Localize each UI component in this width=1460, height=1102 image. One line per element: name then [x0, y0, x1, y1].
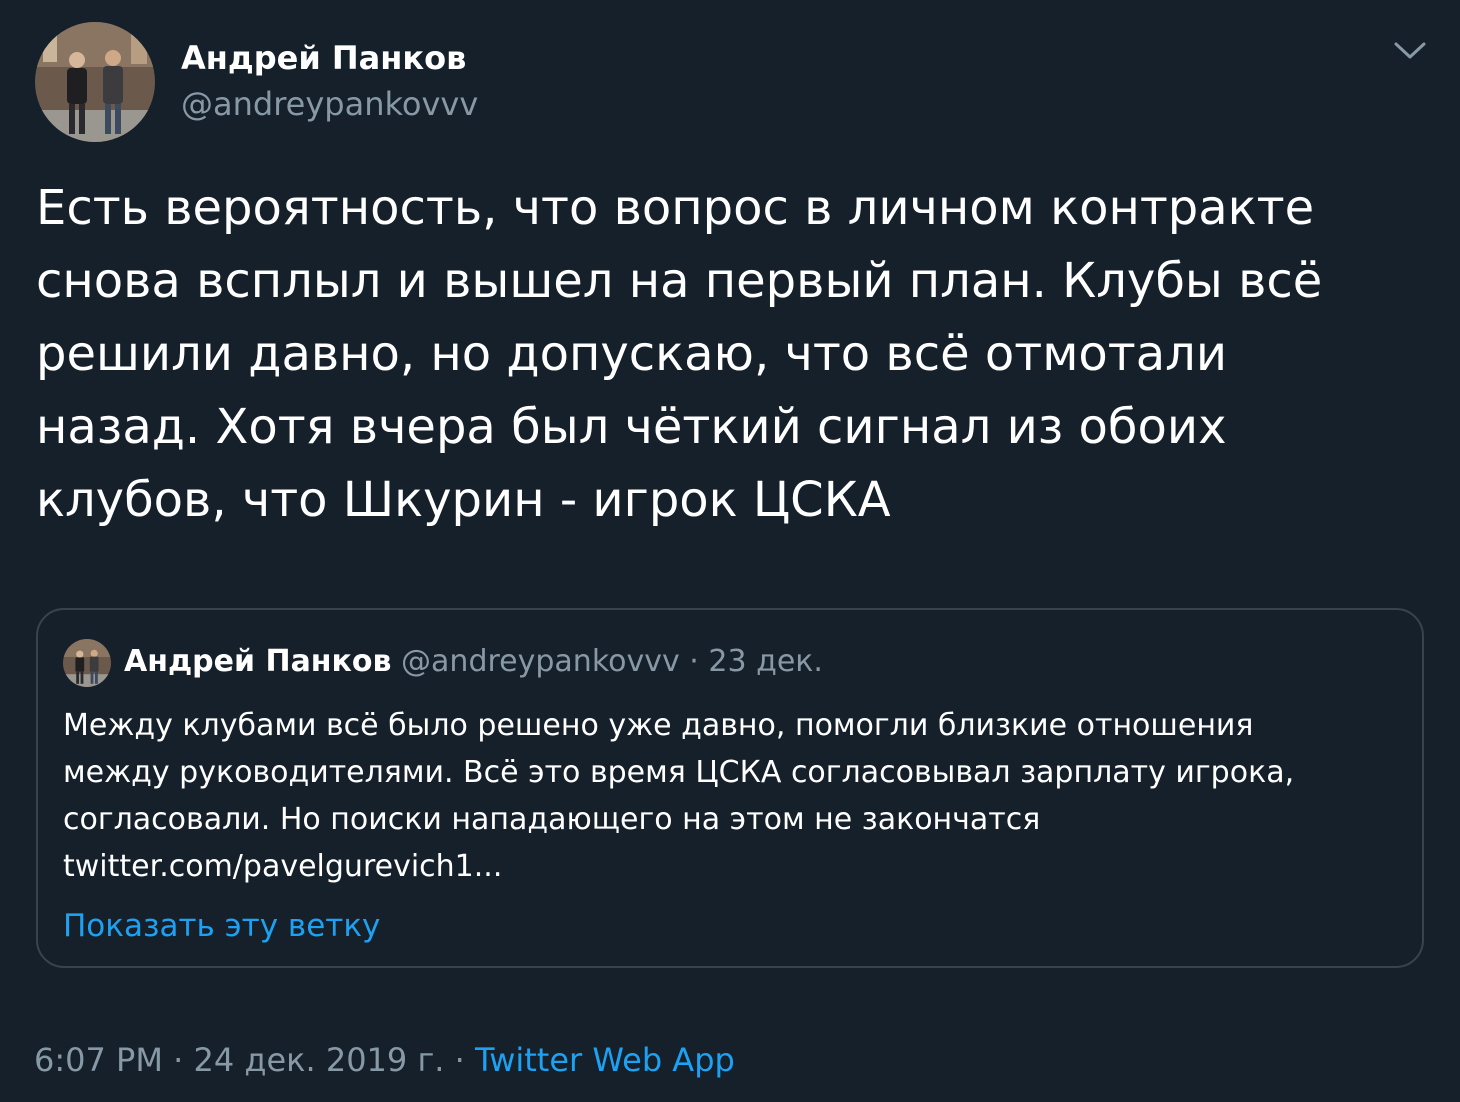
- avatar-photo: [63, 639, 111, 687]
- tweet-text: Есть вероятность, что вопрос в личном ко…: [36, 172, 1426, 537]
- quoted-text-link: twitter.com/pavelgurevich1...: [63, 849, 503, 884]
- separator-dot: ·: [454, 1041, 465, 1079]
- quoted-text-line: согласовали. Но поиски нападающего на эт…: [63, 802, 1041, 837]
- avatar-photo: [35, 22, 155, 142]
- quoted-author-name: Андрей Панков: [124, 644, 392, 679]
- quoted-tweet-date: 23 дек.: [708, 644, 823, 679]
- author-handle[interactable]: @andreypankovvv: [181, 84, 478, 124]
- show-thread-link[interactable]: Показать эту ветку: [63, 906, 380, 946]
- chevron-down-icon[interactable]: [1392, 36, 1428, 64]
- quoted-tweet-header: Андрей Панков @andreypankovvv · 23 дек.: [124, 642, 823, 682]
- tweet-time[interactable]: 6:07 PM: [34, 1041, 163, 1079]
- tweet-text-line: назад. Хотя вчера был чёткий сигнал из о…: [36, 399, 1227, 455]
- quoted-text-line: между руководителями. Всё это время ЦСКА…: [63, 755, 1295, 790]
- tweet-date[interactable]: 24 дек. 2019 г.: [193, 1041, 444, 1079]
- tweet-text-line: снова всплыл и вышел на первый план. Клу…: [36, 253, 1323, 309]
- quoted-tweet-card[interactable]: Андрей Панков @andreypankovvv · 23 дек. …: [36, 608, 1424, 968]
- quoted-tweet-text: Между клубами всё было решено уже давно,…: [63, 702, 1403, 890]
- separator-dot: ·: [689, 644, 699, 679]
- tweet-text-line: клубов, что Шкурин - игрок ЦСКА: [36, 472, 891, 528]
- separator-dot: ·: [173, 1041, 184, 1079]
- tweet-text-line: Есть вероятность, что вопрос в личном ко…: [36, 180, 1315, 236]
- author-name[interactable]: Андрей Панков: [181, 38, 466, 78]
- quoted-author-avatar: [63, 639, 111, 687]
- tweet-source-link[interactable]: Twitter Web App: [475, 1041, 735, 1079]
- quoted-author-handle: @andreypankovvv: [401, 644, 680, 679]
- author-avatar[interactable]: [35, 22, 155, 142]
- quoted-text-line: Между клубами всё было решено уже давно,…: [63, 708, 1254, 743]
- tweet-metadata: 6:07 PM · 24 дек. 2019 г. · Twitter Web …: [34, 1038, 735, 1082]
- tweet-text-line: решили давно, но допускаю, что всё отмот…: [36, 326, 1228, 382]
